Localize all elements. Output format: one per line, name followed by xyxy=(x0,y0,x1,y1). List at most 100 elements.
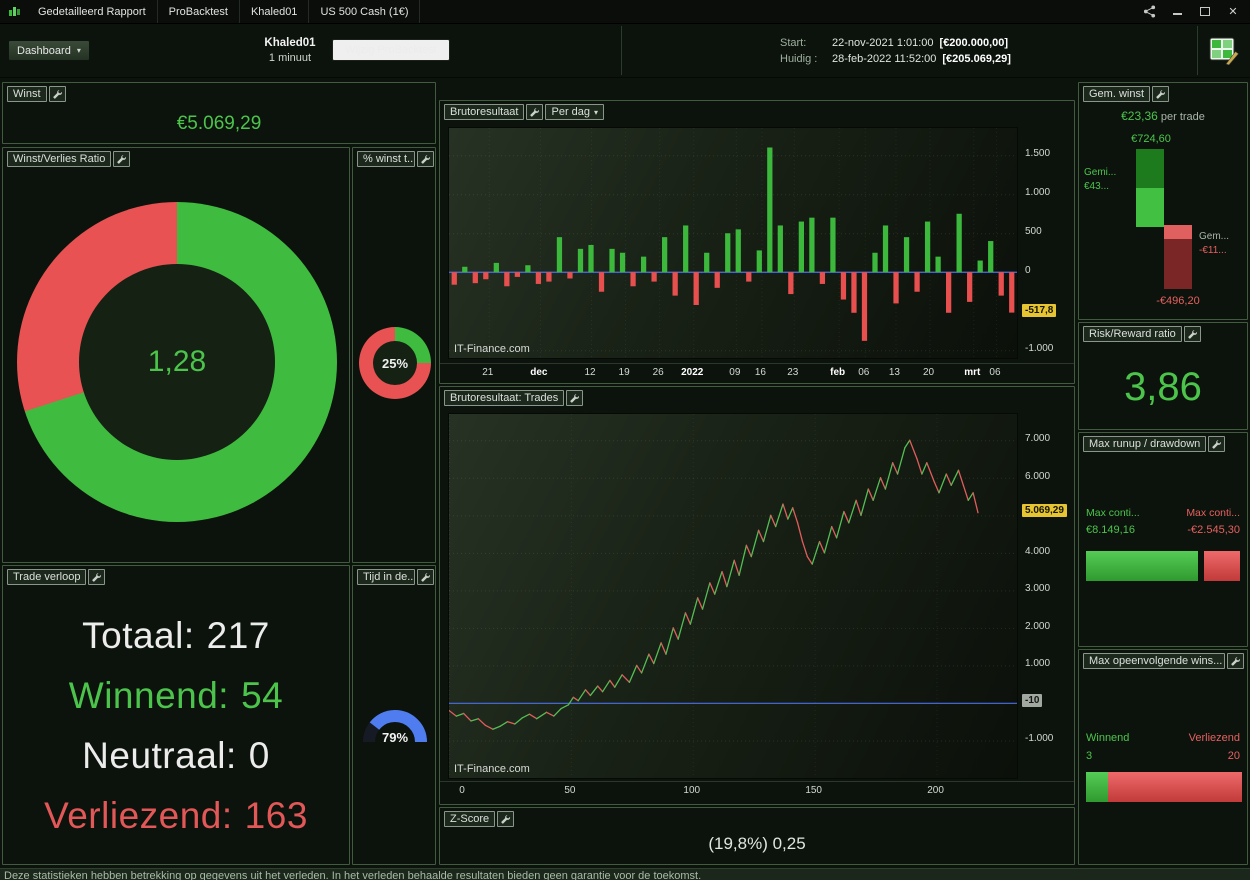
stat-verliezend: Verliezend: 163 xyxy=(44,795,308,836)
tab-khaled01[interactable]: Khaled01 xyxy=(240,0,310,23)
panel-title-trade-verloop: Trade verloop xyxy=(7,569,87,585)
panel-title-brutoresultaat-trades: Brutoresultaat: Trades xyxy=(444,390,565,406)
stat-totaal: Totaal: 217 xyxy=(82,615,270,656)
wrench-icon[interactable] xyxy=(88,569,106,585)
ratio-value: 1,28 xyxy=(79,264,275,460)
toolbar-separator-2 xyxy=(1196,26,1197,75)
panel-title-runup: Max runup / drawdown xyxy=(1083,436,1207,452)
avg-loss-text-label: Gem... xyxy=(1199,231,1230,242)
avg-win-bar xyxy=(1136,149,1164,227)
streak-win-value: 3 xyxy=(1086,750,1093,762)
panel-title-gem-winst: Gem. winst xyxy=(1083,86,1151,102)
streak-win-bar xyxy=(1086,772,1108,802)
panel-tijd-in-de-markt: Tijd in de... 79% xyxy=(352,565,436,865)
streak-loss-bar xyxy=(1108,772,1242,802)
avg-profit-per-trade: €23,36 per trade xyxy=(1121,109,1205,123)
zscore-value: (19,8%) 0,25 xyxy=(708,834,806,853)
wrench-icon[interactable] xyxy=(417,569,434,585)
max-drawdown-bar xyxy=(1204,551,1240,581)
wrench-icon[interactable] xyxy=(1183,326,1201,342)
trade-verloop-stats: Totaal: 217 Winnend: 54 Neutraal: 0 Verliez… xyxy=(3,606,349,846)
time-in-market-value: 79% xyxy=(381,730,409,745)
share-icon[interactable] xyxy=(1142,5,1156,19)
tab-us500-cash[interactable]: US 500 Cash (1€) xyxy=(309,0,421,23)
max-runup-value: €8.149,16 xyxy=(1086,524,1135,536)
chevron-down-icon: ▾ xyxy=(76,46,81,55)
titlebar: Gedetailleerd Rapport ProBacktest Khaled… xyxy=(0,0,1250,24)
panel-trade-verloop: Trade verloop Totaal: 217 Winnend: 54 Neut… xyxy=(2,565,350,865)
panel-max-opeenvolgende: Max opeenvolgende wins... Winnend Verlie… xyxy=(1078,649,1248,865)
wijzig-probacktest-button[interactable]: Wijzig ProBacktest xyxy=(332,39,450,61)
panel-brutoresultaat-per-dag: Brutoresultaat Per dag ▾ IT-Finance.com 1… xyxy=(439,100,1075,384)
streak-win-label: Winnend xyxy=(1086,732,1130,744)
max-runup-bar xyxy=(1086,551,1198,581)
winrate-value: 25% xyxy=(373,341,417,385)
tab-gedetailleerd-rapport[interactable]: Gedetailleerd Rapport xyxy=(27,0,158,23)
wrench-icon[interactable] xyxy=(1227,653,1244,669)
chevron-down-icon: ▾ xyxy=(594,107,599,117)
max-loss-label: -€496,20 xyxy=(1156,295,1200,307)
ratio-donut-chart: 1,28 xyxy=(17,202,337,522)
wrench-icon[interactable] xyxy=(1208,436,1226,452)
dashboard-dropdown[interactable]: Dashboard ▾ xyxy=(8,40,90,61)
tab-probacktest[interactable]: ProBacktest xyxy=(158,0,240,23)
account-name: Khaled01 xyxy=(264,37,316,49)
panel-pct-winst: % winst t... 25% xyxy=(352,147,436,563)
current-label: Huidig : xyxy=(780,53,818,65)
wrench-icon[interactable] xyxy=(417,151,434,167)
close-button[interactable]: ✕ xyxy=(1226,5,1240,19)
panel-title-tijd: Tijd in de... xyxy=(357,569,415,585)
panel-winst-verlies-ratio: Winst/Verlies Ratio 1,28 xyxy=(2,147,350,563)
streak-loss-value: 20 xyxy=(1227,750,1240,762)
time-in-market-gauge: 79% xyxy=(355,694,435,752)
toolbar-separator xyxy=(620,26,621,75)
max-drawdown-value: -€2.545,30 xyxy=(1187,524,1240,536)
panel-brutoresultaat-trades: Brutoresultaat: Trades IT-Finance.com 7.… xyxy=(439,386,1075,805)
period-dropdown[interactable]: Per dag ▾ xyxy=(545,104,605,120)
max-drawdown-label: Max conti... xyxy=(1186,507,1240,519)
winst-value: €5.069,29 xyxy=(176,113,262,134)
panel-title-pct-winst: % winst t... xyxy=(357,151,415,167)
wrench-icon[interactable] xyxy=(48,86,66,102)
panel-title-winst: Winst xyxy=(7,86,47,102)
status-bar: Deze statistieken hebben betrekking op g… xyxy=(0,868,1250,880)
account-info: Khaled01 1 minuut xyxy=(238,36,342,66)
account-timeframe: 1 minuut xyxy=(268,52,312,64)
wrench-icon[interactable] xyxy=(526,104,544,120)
line-chart-y-axis: 7.0006.0005.0004.0003.0002.0001.000-1.00… xyxy=(1020,413,1074,779)
bar-chart-x-axis: 21 dec 12 19 26 2022 09 16 23 feb 06 13 20 mrt 06 xyxy=(440,363,1074,383)
panel-gem-winst: Gem. winst €23,36 per trade €724,60 Gemi… xyxy=(1078,82,1248,320)
avg-win-text-label: Gemi... xyxy=(1084,167,1117,178)
minimize-button[interactable] xyxy=(1170,5,1184,19)
start-amount: [€200.000,00] xyxy=(939,37,1009,49)
app-logo-icon xyxy=(0,0,27,23)
toolbar: Dashboard ▾ Khaled01 1 minuut Wijzig ProB… xyxy=(0,24,1250,78)
streak-loss-label: Verliezend xyxy=(1188,732,1240,744)
panel-zscore: Z-Score (19,8%) 0,25 xyxy=(439,807,1075,865)
avg-loss-bar xyxy=(1164,225,1192,289)
panel-title-streak: Max opeenvolgende wins... xyxy=(1083,653,1225,669)
wrench-icon[interactable] xyxy=(566,390,584,406)
panel-title-risk-reward: Risk/Reward ratio xyxy=(1083,326,1182,342)
wrench-icon[interactable] xyxy=(497,811,515,827)
stat-winnend: Winnend: 54 xyxy=(68,675,284,716)
winrate-donut-chart: 25% xyxy=(359,327,431,399)
daily-result-bar-chart: IT-Finance.com xyxy=(448,127,1018,359)
wrench-icon[interactable] xyxy=(113,151,131,167)
session-info: Start: 22-nov-2021 1:01:00 [€200.000,00]… xyxy=(780,35,1011,67)
panel-risk-reward: Risk/Reward ratio 3,86 xyxy=(1078,322,1248,430)
current-datetime: 28-feb-2022 11:52:00 xyxy=(832,53,937,65)
avg-loss-text-value: -€11... xyxy=(1199,245,1227,256)
bar-chart-y-axis: 1.500 1.000 500 0 -1.000 -517,8 xyxy=(1020,127,1074,359)
wrench-icon[interactable] xyxy=(1152,86,1170,102)
chart-settings-icon[interactable] xyxy=(1206,34,1242,68)
maximize-button[interactable] xyxy=(1198,5,1212,19)
avg-win-text-value: €43... xyxy=(1084,181,1110,192)
start-datetime: 22-nov-2021 1:01:00 xyxy=(832,37,934,49)
risk-reward-value: 3,86 xyxy=(1124,365,1202,409)
app-window: Gedetailleerd Rapport ProBacktest Khaled… xyxy=(0,0,1250,880)
panel-title-zscore: Z-Score xyxy=(444,811,496,827)
stat-neutraal: Neutraal: 0 xyxy=(82,735,270,776)
panel-title-brutoresultaat: Brutoresultaat xyxy=(444,104,525,120)
panel-winst: Winst €5.069,29 xyxy=(2,82,436,144)
